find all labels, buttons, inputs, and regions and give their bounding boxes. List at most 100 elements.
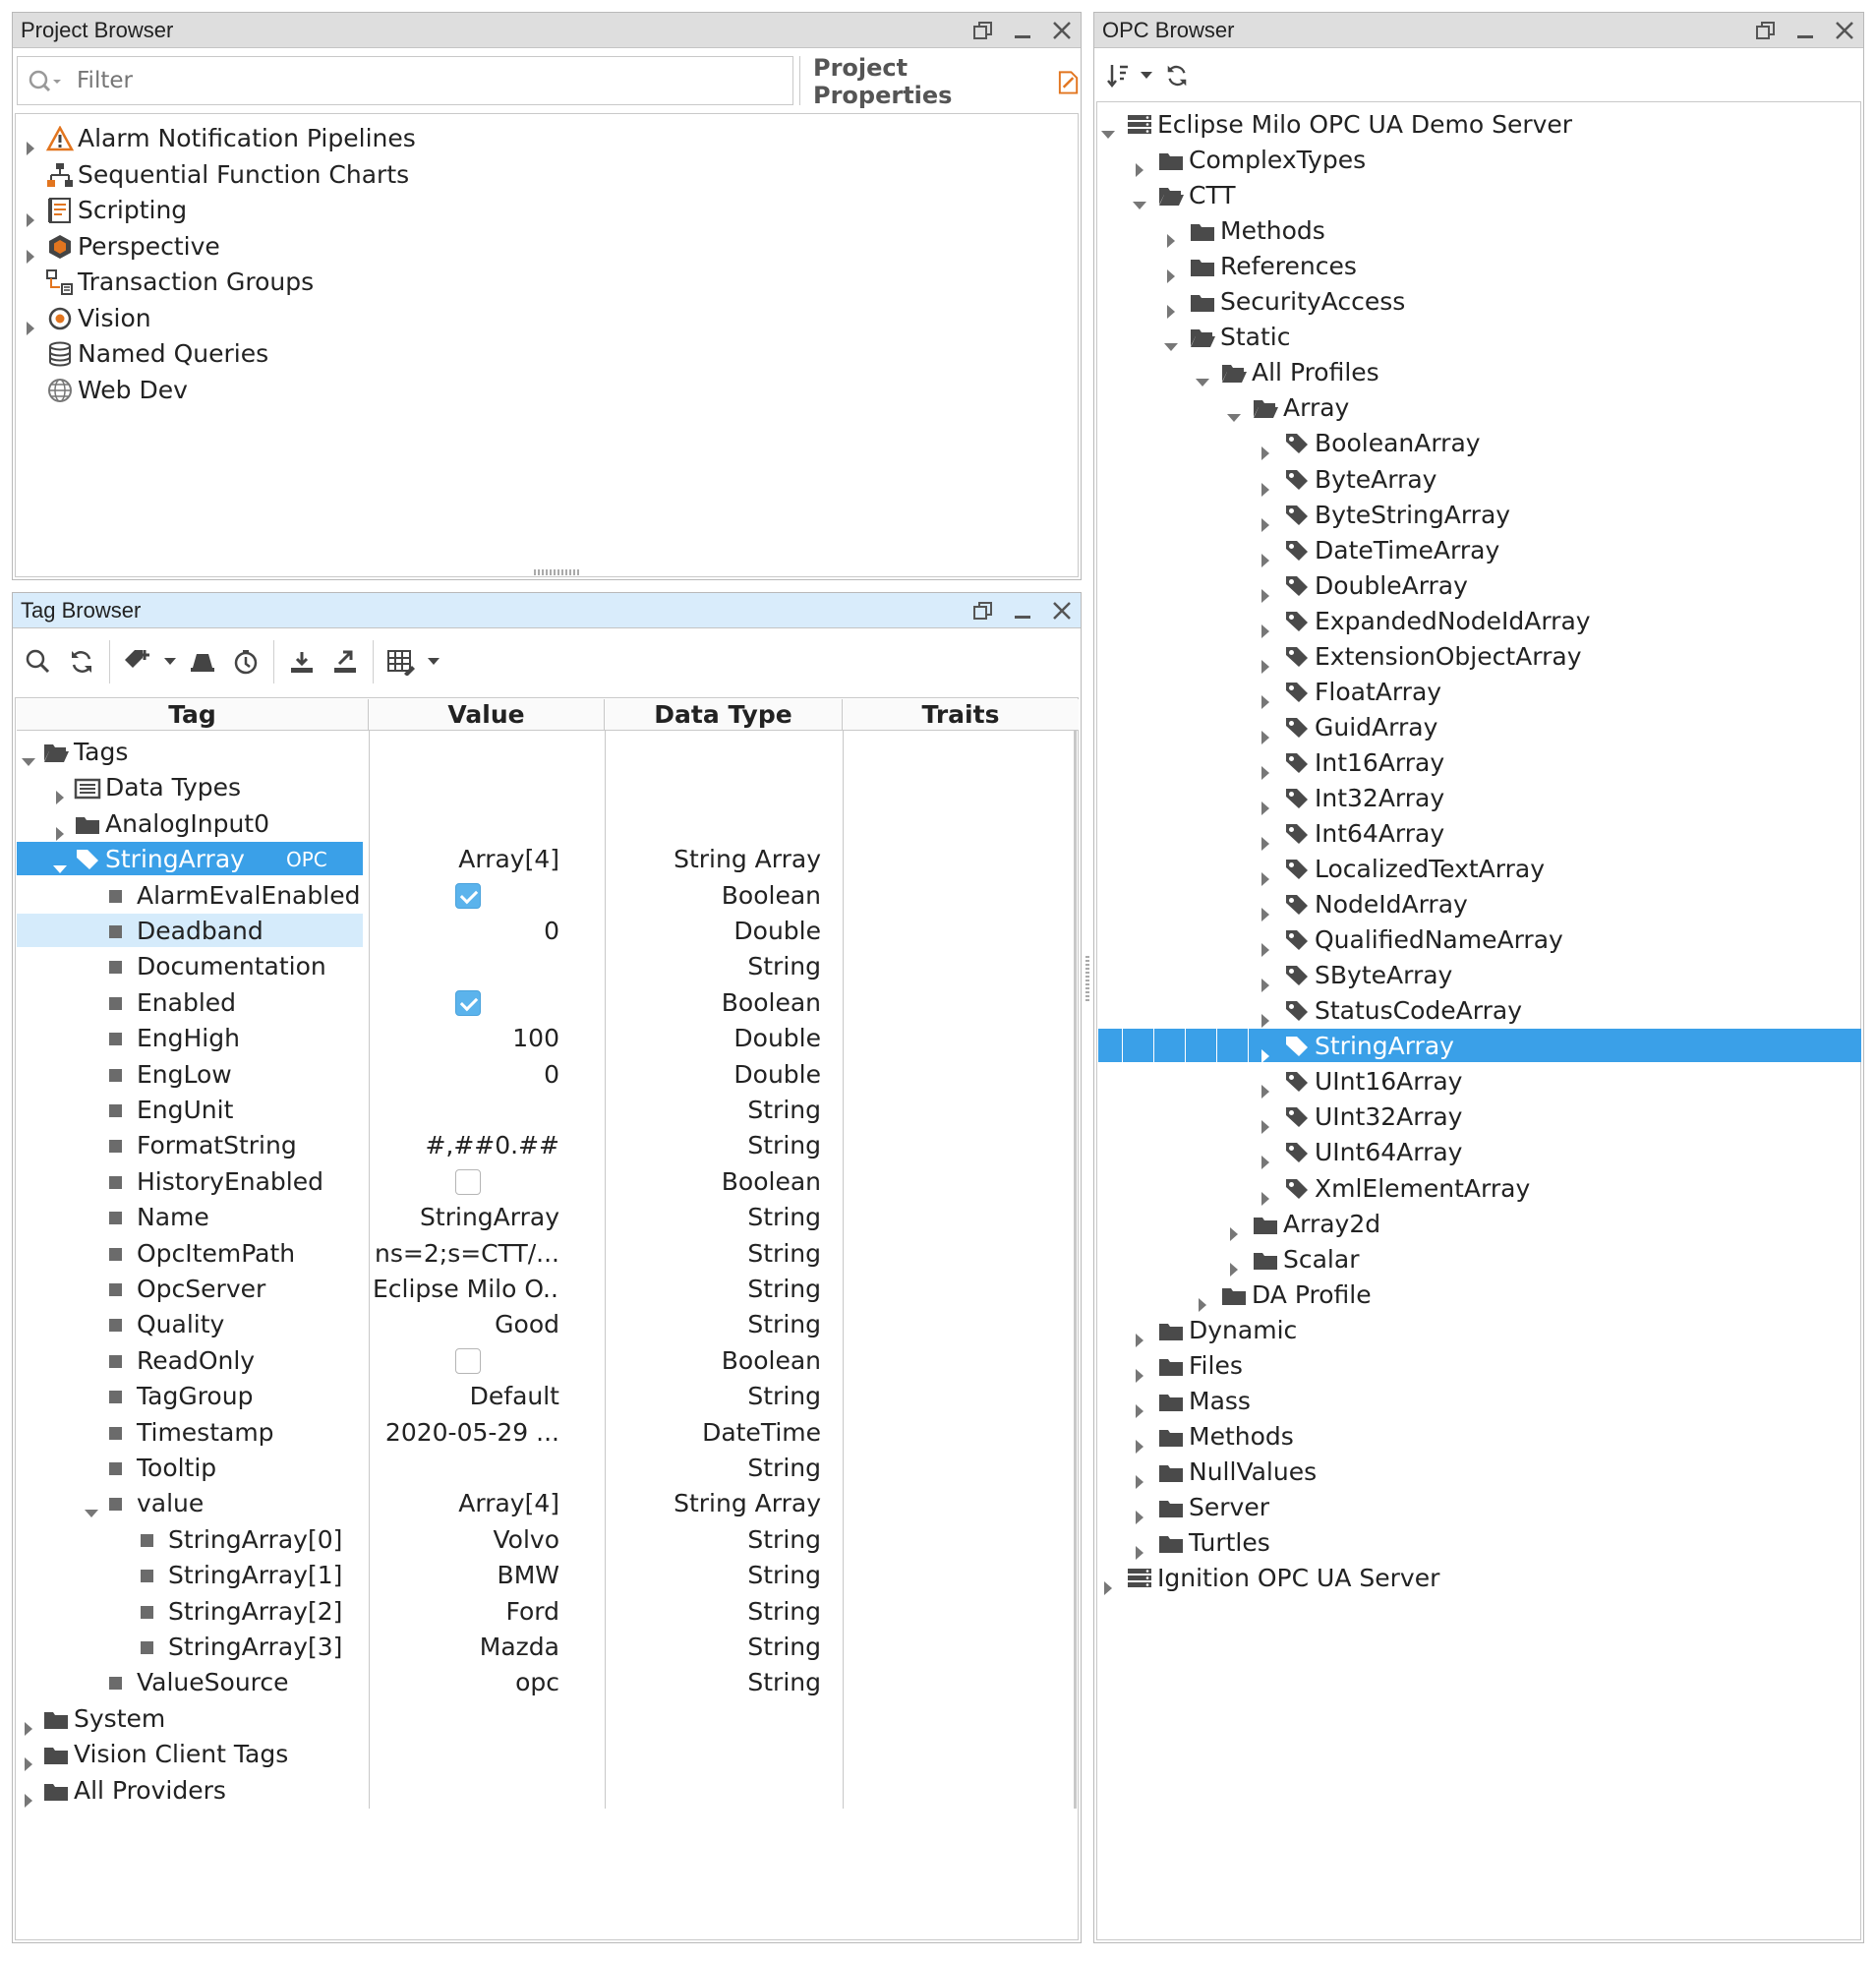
expand-arrow-icon[interactable] — [21, 1711, 36, 1736]
opc-node-methods[interactable]: Methods — [1098, 1419, 1861, 1454]
expand-arrow-icon[interactable] — [23, 131, 38, 155]
tag-value[interactable]: 2020-05-29 ... — [373, 1415, 559, 1451]
expand-arrow-icon[interactable] — [1258, 1074, 1273, 1099]
tag-row-formatstring[interactable]: FormatString — [17, 1128, 363, 1163]
expand-arrow-icon[interactable] — [23, 203, 38, 227]
value-checkbox[interactable] — [455, 1347, 481, 1374]
tag-value[interactable]: #,##0.## — [373, 1128, 559, 1163]
column-header-traits[interactable]: Traits — [843, 699, 1079, 731]
expand-arrow-icon[interactable] — [21, 1747, 36, 1772]
opc-node-methods[interactable]: Methods — [1098, 213, 1861, 249]
expand-arrow-icon[interactable] — [1258, 755, 1273, 780]
expand-arrow-icon[interactable] — [52, 780, 68, 805]
expand-arrow-icon[interactable] — [1132, 1394, 1147, 1418]
opc-node-complextypes[interactable]: ComplexTypes — [1098, 143, 1861, 178]
tag-row-name[interactable]: Name — [17, 1200, 363, 1235]
opc-node-uint32array[interactable]: UInt32Array — [1098, 1099, 1861, 1135]
expand-arrow-icon[interactable] — [1258, 897, 1273, 922]
expand-arrow-icon[interactable] — [1258, 720, 1273, 744]
refresh-button[interactable] — [1157, 54, 1197, 97]
expand-arrow-icon[interactable] — [1258, 543, 1273, 567]
opc-node-booleanarray[interactable]: BooleanArray — [1098, 426, 1861, 461]
expand-arrow-icon[interactable] — [21, 1783, 36, 1808]
close-icon[interactable] — [1834, 20, 1855, 41]
opc-node-localizedtextarray[interactable]: LocalizedTextArray — [1098, 852, 1861, 887]
expand-arrow-icon[interactable] — [1258, 472, 1273, 497]
table-view-dropdown[interactable] — [423, 640, 444, 683]
collapse-arrow-icon[interactable] — [1132, 188, 1147, 210]
tag-value[interactable]: ns=2;s=CTT/... — [373, 1236, 559, 1272]
opc-node-uint64array[interactable]: UInt64Array — [1098, 1135, 1861, 1170]
collapse-arrow-icon[interactable] — [1100, 117, 1116, 139]
expand-arrow-icon[interactable] — [1163, 259, 1179, 284]
add-tag-dropdown[interactable] — [159, 640, 181, 683]
tag-row-readonly[interactable]: ReadOnly — [17, 1343, 363, 1379]
opc-node-extensionobjectarray[interactable]: ExtensionObjectArray — [1098, 639, 1861, 674]
refresh-button[interactable] — [60, 640, 103, 683]
value-checkbox[interactable] — [455, 989, 481, 1016]
tag-row-value[interactable]: value — [17, 1486, 363, 1521]
expand-arrow-icon[interactable] — [1258, 614, 1273, 638]
expand-arrow-icon[interactable] — [1258, 436, 1273, 461]
tag-row-engunit[interactable]: EngUnit — [17, 1093, 363, 1128]
project-item-named-queries[interactable]: Named Queries — [13, 336, 1081, 372]
splitter-grip[interactable] — [534, 569, 581, 575]
tag-value[interactable]: 0 — [373, 1057, 559, 1093]
opc-node-securityaccess[interactable]: SecurityAccess — [1098, 284, 1861, 320]
opc-node-int32array[interactable]: Int32Array — [1098, 781, 1861, 815]
expand-arrow-icon[interactable] — [1132, 1358, 1147, 1383]
tag-row-stringarray-3[interactable]: StringArray[3] — [17, 1630, 363, 1665]
collapse-arrow-icon[interactable] — [84, 1496, 99, 1518]
expand-arrow-icon[interactable] — [1258, 1039, 1273, 1064]
tag-value[interactable]: Mazda — [373, 1630, 559, 1665]
expand-arrow-icon[interactable] — [1258, 932, 1273, 958]
minimize-icon[interactable] — [1012, 20, 1033, 41]
tag-row-tooltip[interactable]: Tooltip — [17, 1451, 363, 1486]
tag-value[interactable]: 0 — [373, 914, 559, 949]
tag-value[interactable]: Default — [373, 1379, 559, 1414]
import-button[interactable] — [280, 640, 323, 683]
opc-node-scalar[interactable]: Scalar — [1098, 1242, 1861, 1277]
column-header-value[interactable]: Value — [369, 699, 605, 731]
tag-row-stringarray-0[interactable]: StringArray[0] — [17, 1522, 363, 1558]
expand-arrow-icon[interactable] — [1258, 1181, 1273, 1206]
project-item-perspective[interactable]: Perspective — [13, 229, 1081, 265]
tag-value[interactable]: 100 — [373, 1021, 559, 1056]
float-panel-icon[interactable] — [1755, 20, 1777, 41]
tag-row-valuesource[interactable]: ValueSource — [17, 1665, 363, 1700]
tag-value[interactable]: Array[4] — [373, 842, 559, 877]
tag-row-stringarray-2[interactable]: StringArray[2] — [17, 1594, 363, 1630]
float-panel-icon[interactable] — [972, 20, 994, 41]
tag-value[interactable]: Ford — [373, 1594, 560, 1630]
collapse-arrow-icon[interactable] — [1163, 329, 1179, 352]
tag-value[interactable]: BMW — [373, 1558, 559, 1593]
expand-arrow-icon[interactable] — [1258, 826, 1273, 851]
expand-arrow-icon[interactable] — [1100, 1571, 1116, 1596]
project-properties-button[interactable]: Project Properties — [813, 54, 1081, 109]
opc-node-references[interactable]: References — [1098, 249, 1861, 284]
expand-arrow-icon[interactable] — [23, 239, 38, 264]
expand-arrow-icon[interactable] — [1258, 578, 1273, 603]
opc-node-xmlelementarray[interactable]: XmlElementArray — [1098, 1171, 1861, 1206]
opc-node-nodeidarray[interactable]: NodeIdArray — [1098, 887, 1861, 922]
tag-value[interactable]: opc — [373, 1665, 559, 1700]
opc-node-ignition-opc-ua-server[interactable]: Ignition OPC UA Server — [1098, 1561, 1861, 1596]
expand-arrow-icon[interactable] — [1258, 649, 1273, 674]
expand-arrow-icon[interactable] — [1132, 1500, 1147, 1524]
expand-arrow-icon[interactable] — [1258, 1003, 1273, 1029]
tag-row-all-providers[interactable]: All Providers — [17, 1773, 363, 1809]
edit-tag-button[interactable] — [181, 640, 224, 683]
expand-arrow-icon[interactable] — [1258, 1145, 1273, 1170]
tag-row-data-types[interactable]: Data Types — [17, 770, 363, 805]
expand-arrow-icon[interactable] — [1226, 1217, 1242, 1241]
tag-value[interactable]: Array[4] — [373, 1486, 559, 1521]
opc-node-array2d[interactable]: Array2d — [1098, 1207, 1861, 1241]
expand-arrow-icon[interactable] — [1132, 152, 1147, 178]
history-button[interactable] — [224, 640, 267, 683]
tag-row-analoginput0[interactable]: AnalogInput0 — [17, 806, 363, 842]
tag-row-stringarray-1[interactable]: StringArray[1] — [17, 1558, 363, 1593]
expand-arrow-icon[interactable] — [23, 311, 38, 335]
tag-value[interactable]: Good — [373, 1307, 559, 1342]
collapse-arrow-icon[interactable] — [21, 744, 36, 766]
expand-arrow-icon[interactable] — [1258, 507, 1273, 532]
